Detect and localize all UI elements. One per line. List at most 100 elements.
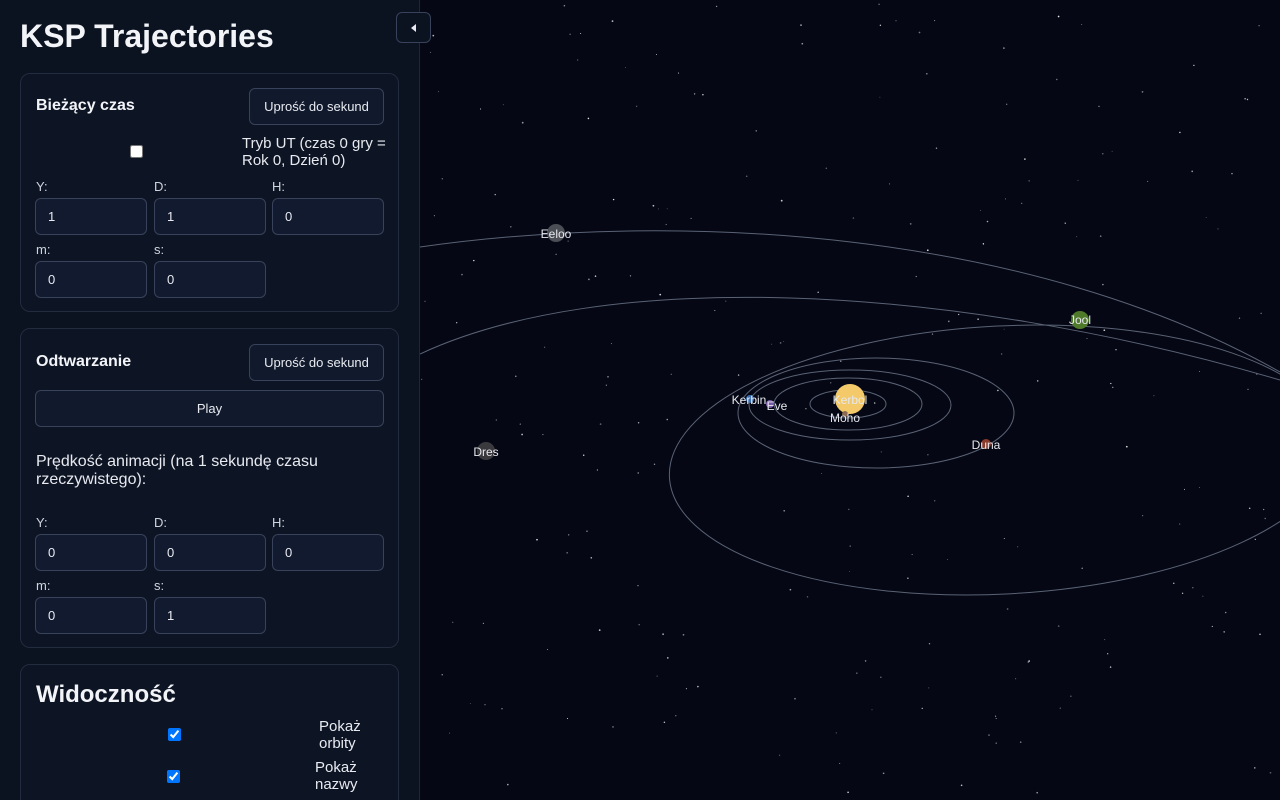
star — [934, 500, 936, 502]
star — [437, 91, 439, 93]
star — [1193, 64, 1195, 67]
star — [1015, 678, 1017, 680]
star — [515, 375, 517, 378]
play-button[interactable]: Play — [35, 390, 384, 427]
current-time-card: Bieżący czas Uprość do sekund Tryb UT (c… — [20, 73, 399, 312]
star — [555, 253, 557, 255]
speed-hours-input[interactable] — [272, 534, 384, 571]
star — [997, 389, 999, 392]
star — [871, 709, 873, 711]
star — [441, 178, 443, 180]
star — [771, 343, 773, 345]
star — [880, 676, 882, 679]
speed-years-input[interactable] — [35, 534, 147, 571]
star — [682, 633, 685, 636]
star — [986, 220, 989, 223]
star — [1198, 487, 1200, 489]
star — [1223, 631, 1226, 633]
show-names-checkbox[interactable] — [167, 770, 180, 783]
star — [421, 378, 423, 381]
star — [1036, 791, 1038, 794]
hours-input[interactable] — [272, 198, 384, 235]
star — [1109, 666, 1112, 668]
star — [1056, 78, 1058, 81]
star — [1021, 202, 1023, 204]
years-input[interactable] — [35, 198, 147, 235]
star — [625, 66, 626, 68]
star — [536, 538, 538, 541]
star — [1057, 15, 1060, 18]
star — [598, 629, 601, 631]
star — [715, 5, 718, 8]
speed-seconds-input[interactable] — [154, 597, 266, 634]
star — [879, 96, 881, 98]
star — [995, 717, 997, 720]
star — [780, 199, 783, 202]
star — [495, 419, 497, 421]
star — [931, 333, 934, 335]
simplify-to-seconds-button[interactable]: Uprość do sekund — [249, 88, 384, 125]
days-input[interactable] — [154, 198, 266, 235]
show-orbits-checkbox[interactable] — [168, 728, 181, 741]
star — [873, 402, 876, 404]
star — [521, 121, 524, 124]
star — [456, 322, 458, 324]
star — [566, 717, 569, 720]
star — [806, 596, 809, 598]
star — [1260, 312, 1262, 314]
speed-days-input[interactable] — [154, 534, 266, 571]
playback-simplify-button[interactable]: Uprość do sekund — [249, 344, 384, 381]
star — [1247, 388, 1249, 390]
star — [840, 360, 842, 362]
star — [1199, 370, 1200, 372]
eeloo-label: Eeloo — [541, 227, 572, 241]
star — [605, 384, 607, 386]
star — [1104, 639, 1106, 641]
minutes-input[interactable] — [35, 261, 147, 298]
star — [432, 34, 435, 37]
star — [1102, 283, 1104, 286]
seconds-input[interactable] — [154, 261, 266, 298]
collapse-sidebar-button[interactable] — [396, 12, 431, 43]
star — [594, 275, 597, 277]
star — [794, 697, 796, 700]
star — [1003, 47, 1005, 49]
star — [612, 726, 614, 728]
star — [979, 210, 981, 211]
star — [1205, 217, 1207, 218]
star — [909, 223, 912, 225]
star — [1057, 625, 1060, 627]
star — [958, 313, 960, 316]
star — [1059, 707, 1061, 709]
speed-years-label: Y: — [36, 515, 48, 530]
star — [1003, 328, 1005, 330]
playback-card: Odtwarzanie Uprość do sekund Play Prędko… — [20, 328, 399, 648]
star — [1263, 508, 1265, 511]
caret-left-icon — [410, 23, 416, 32]
star — [921, 707, 923, 710]
ut-mode-checkbox[interactable] — [130, 145, 143, 158]
solar-system-map[interactable]: Kerbol Moho Eve Kerbin Duna Dres Jool Ee… — [420, 0, 1280, 800]
star — [801, 42, 804, 45]
star — [1024, 158, 1026, 160]
star — [469, 703, 471, 704]
star — [1112, 386, 1114, 388]
star — [1264, 517, 1266, 520]
star — [638, 623, 640, 626]
star — [1192, 587, 1194, 589]
star — [864, 660, 867, 662]
star — [1099, 235, 1102, 237]
star — [543, 346, 546, 348]
star — [690, 217, 692, 219]
star — [509, 225, 512, 228]
star — [725, 300, 727, 302]
show-orbits-label: Pokaż orbity — [319, 718, 361, 752]
star — [693, 93, 696, 95]
speed-minutes-input[interactable] — [35, 597, 147, 634]
star — [635, 105, 638, 108]
star — [702, 93, 704, 96]
star — [852, 217, 855, 219]
star — [596, 469, 598, 471]
star — [835, 732, 837, 734]
star — [667, 657, 669, 659]
